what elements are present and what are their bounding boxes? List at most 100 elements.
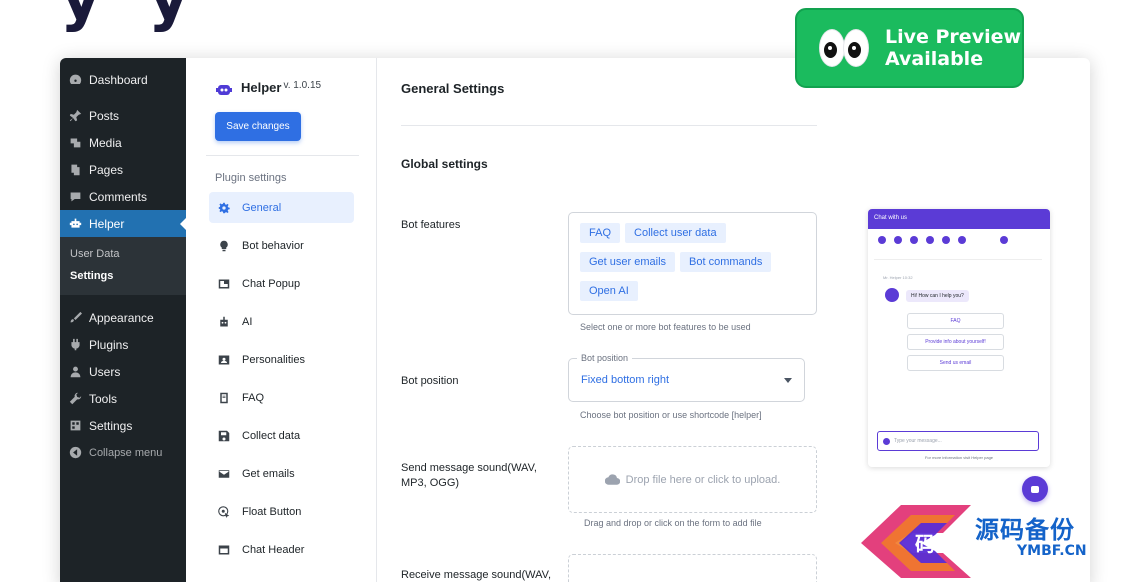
site-watermark: 码 源码备份 YMBF.CN [851, 503, 1133, 582]
wp-menu-posts[interactable]: Posts [60, 102, 186, 129]
section-heading: Global settings [401, 157, 488, 171]
nav-get-emails[interactable]: Get emails [209, 458, 354, 489]
nav-label: Chat Popup [242, 277, 301, 290]
plugin-brand: Helper v. 1.0.15 [216, 80, 321, 96]
nav-bot-behavior[interactable]: Bot behavior [209, 230, 354, 261]
page-title: General Settings [401, 81, 505, 96]
lightbulb-icon [218, 240, 230, 252]
wp-submenu-user-data[interactable]: User Data [60, 243, 186, 265]
nav-float-button[interactable]: Float Button [209, 496, 354, 527]
facebook-icon [942, 236, 950, 244]
bot-position-select[interactable]: Bot position Fixed bottom right [568, 353, 805, 402]
chevron-down-icon [784, 378, 792, 383]
wp-menu-label: Media [89, 135, 122, 150]
nav-personalities[interactable]: Personalities [209, 344, 354, 375]
users-icon [68, 365, 82, 379]
helper-logo-icon [216, 85, 232, 95]
wp-menu-appearance[interactable]: Appearance [60, 304, 186, 331]
touch-icon [218, 505, 230, 518]
receive-sound-dropzone[interactable] [568, 554, 817, 582]
nav-label: General [242, 201, 282, 214]
wp-menu-label: Dashboard [89, 72, 148, 87]
wp-menu-plugins[interactable]: Plugins [60, 331, 186, 358]
save-changes-button[interactable]: Save changes [215, 112, 301, 141]
chip-row: FAQ Collect user data [580, 223, 816, 243]
collapse-icon [68, 446, 82, 460]
nav-general[interactable]: General [209, 192, 354, 223]
phone-icon [926, 236, 934, 244]
dashboard-icon [68, 73, 82, 87]
preview-greeting: Hi! How can I help you? [906, 290, 969, 302]
live-preview-line2: Available [885, 48, 984, 70]
pin-icon [68, 109, 82, 123]
wp-menu-tools[interactable]: Tools [60, 385, 186, 412]
robot-icon [68, 217, 82, 231]
nav-collect-data[interactable]: Collect data [209, 420, 354, 451]
chat-widget-preview: Chat with us Mr. Helper 10:32 Hi! How ca… [868, 209, 1050, 467]
wp-menu-media[interactable]: Media [60, 129, 186, 156]
settings-main: General Settings Global settings Bot fea… [401, 58, 841, 582]
chip-get-user-emails[interactable]: Get user emails [580, 252, 676, 272]
wp-menu-dashboard[interactable]: Dashboard [60, 66, 186, 93]
wp-submenu-helper: User Data Settings [60, 237, 186, 295]
nav-chat-popup[interactable]: Chat Popup [209, 268, 354, 299]
nav-ai[interactable]: AI [209, 306, 354, 337]
wp-menu-users[interactable]: Users [60, 358, 186, 385]
wp-menu-collapse[interactable]: Collapse menu [60, 439, 186, 466]
chip-open-ai[interactable]: Open AI [580, 281, 638, 301]
wp-submenu-settings[interactable]: Settings [60, 265, 186, 287]
brush-icon [68, 311, 82, 325]
wp-menu-label: Users [89, 364, 121, 379]
wp-menu-label: Tools [89, 391, 118, 406]
watermark-subtext: YMBF.CN [1017, 543, 1087, 559]
instagram-icon [958, 236, 966, 244]
wp-menu-settings[interactable]: Settings [60, 412, 186, 439]
watermark-logo-glyph: 码 [915, 532, 935, 556]
chip-row: Get user emails Bot commands [580, 252, 816, 272]
bot-position-value: Fixed bottom right [581, 374, 670, 386]
watermark-logo-icon: 码 [861, 505, 971, 578]
wp-menu-pages[interactable]: Pages [60, 156, 186, 183]
sidebar-divider [206, 155, 359, 156]
pages-icon [68, 163, 82, 177]
bot-position-legend: Bot position [577, 353, 633, 363]
wp-menu-comments[interactable]: Comments [60, 183, 186, 210]
wrench-icon [68, 392, 82, 406]
chip-row: Open AI [580, 281, 816, 301]
floating-chat-button[interactable] [1022, 476, 1048, 502]
save-icon [218, 430, 230, 442]
robot-icon [218, 316, 230, 328]
plugin-icon [68, 338, 82, 352]
nav-label: Get emails [242, 467, 295, 480]
nav-label: Chat Header [242, 543, 305, 556]
live-preview-badge[interactable]: Live Preview Available [795, 8, 1024, 88]
close-icon [1000, 236, 1008, 244]
preview-option: Send us email [907, 355, 1004, 371]
preview-social-icons [868, 229, 1050, 244]
title-divider [401, 125, 817, 126]
settings-nav: General Bot behavior Chat Popup AI Perso… [209, 192, 354, 572]
nav-chat-header[interactable]: Chat Header [209, 534, 354, 565]
nav-label: AI [242, 315, 253, 328]
chip-bot-commands[interactable]: Bot commands [680, 252, 772, 272]
chip-faq[interactable]: FAQ [580, 223, 621, 243]
wp-menu-label: Plugins [89, 337, 129, 352]
nav-faq[interactable]: FAQ [209, 382, 354, 413]
id-card-icon [218, 354, 230, 366]
wp-menu-label: Helper [89, 216, 125, 231]
live-preview-line1: Live Preview [885, 26, 1022, 48]
send-sound-dropzone[interactable]: Drop file here or click to upload. [568, 446, 817, 513]
info-icon [878, 236, 886, 244]
nav-label: Bot behavior [242, 239, 304, 252]
plugin-version: v. 1.0.15 [283, 80, 322, 91]
live-preview-text: Live Preview Available [885, 26, 1021, 70]
book-icon [218, 392, 230, 404]
window-icon [218, 544, 230, 556]
wp-menu-collapse-label: Collapse menu [89, 446, 163, 459]
settings-icon [68, 419, 82, 433]
chip-collect-user-data[interactable]: Collect user data [625, 223, 726, 243]
bot-features-multiselect[interactable]: FAQ Collect user data Get user emails Bo… [568, 212, 817, 315]
wp-menu-helper[interactable]: Helper [60, 210, 186, 237]
plugin-settings-heading: Plugin settings [215, 172, 287, 184]
media-icon [68, 136, 82, 150]
